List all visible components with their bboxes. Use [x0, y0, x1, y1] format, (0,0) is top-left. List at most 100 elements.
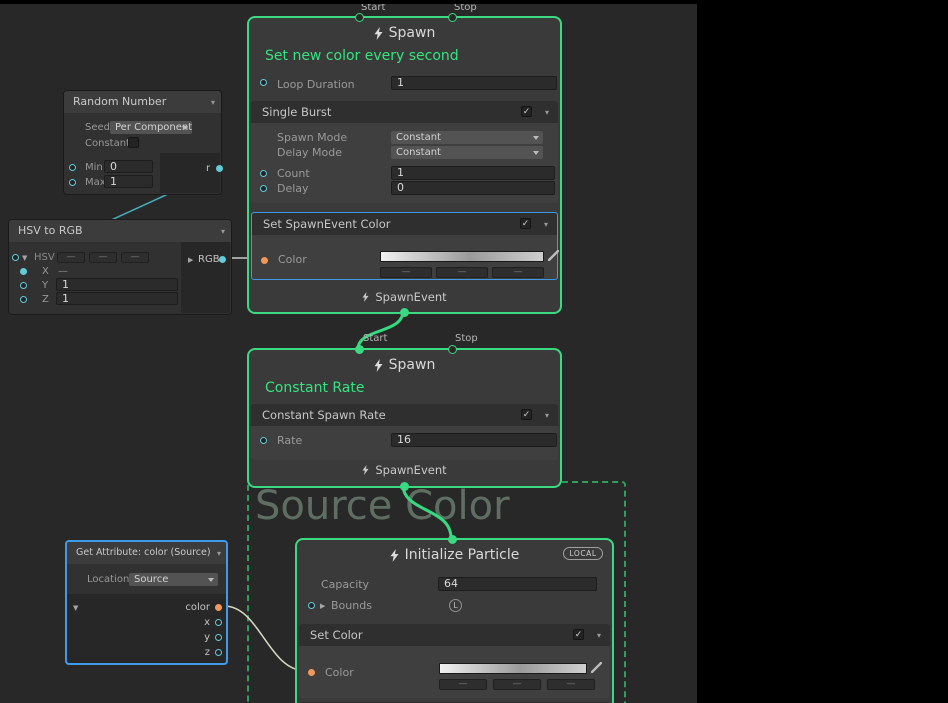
x-input-port[interactable] — [20, 268, 27, 275]
z-input-port[interactable] — [20, 296, 27, 303]
y-output-port[interactable] — [215, 634, 222, 641]
single-burst-block[interactable]: Single Burst ✓ ▾ Spawn Mode Constant Del… — [251, 101, 558, 203]
constant-spawn-rate-block[interactable]: Constant Spawn Rate ✓ ▾ Rate 16 — [251, 404, 558, 460]
spawn-context-2[interactable]: Spawn Constant Rate Constant Spawn Rate … — [247, 348, 562, 488]
capacity-field[interactable]: 64 — [438, 577, 597, 591]
context-header[interactable]: Spawn — [249, 25, 560, 41]
collapse-chevron-icon[interactable]: ▾ — [545, 412, 549, 420]
delay-port[interactable] — [260, 185, 267, 192]
bounds-port[interactable] — [308, 602, 315, 609]
bounds-local-icon[interactable]: L — [449, 599, 462, 612]
color-picker-icon[interactable] — [548, 250, 559, 261]
edge-color-attr-to-set-color[interactable] — [224, 606, 306, 671]
count-field[interactable]: 1 — [391, 166, 555, 180]
color-x-subfield[interactable]: — — [439, 679, 487, 690]
random-number-node[interactable]: Random Number ▾ Seed Per Component Const… — [63, 90, 222, 195]
collapse-chevron-icon[interactable]: ▾ — [211, 99, 215, 107]
get-attribute-node[interactable]: Get Attribute: color (Source) ▾ Location… — [65, 540, 228, 665]
rate-field[interactable]: 16 — [391, 433, 557, 447]
min-port[interactable] — [69, 164, 76, 171]
set-spawnevent-color-header[interactable]: Set SpawnEvent Color ✓ ▾ — [252, 213, 557, 235]
location-dropdown[interactable]: Source — [129, 573, 218, 586]
color-gradient-field[interactable] — [439, 663, 587, 674]
node-header[interactable]: Get Attribute: color (Source) — [67, 542, 226, 564]
system-name-label[interactable]: Set new color every second — [265, 48, 459, 64]
spawn-event-flow-port[interactable] — [400, 482, 409, 491]
delay-mode-dropdown[interactable]: Constant — [391, 146, 543, 159]
min-field[interactable]: 0 — [104, 160, 153, 173]
rate-port[interactable] — [260, 437, 267, 444]
rgb-output-port[interactable] — [219, 256, 226, 263]
expand-closed-icon[interactable]: ▶ — [320, 602, 325, 610]
flow-anchor-start[interactable] — [355, 13, 364, 22]
color-gradient-field[interactable] — [380, 251, 544, 262]
color-input-port[interactable] — [308, 669, 315, 676]
collapse-chevron-icon[interactable]: ▾ — [597, 632, 601, 640]
vfx-graph-canvas[interactable]: Source Color Start Stop Start Stop Spawn… — [0, 0, 948, 703]
loop-duration-field[interactable]: 1 — [391, 76, 557, 90]
context-title: Spawn — [389, 357, 436, 373]
z-output-port[interactable] — [215, 649, 222, 656]
set-spawnevent-color-enabled-checkbox[interactable]: ✓ — [520, 218, 531, 229]
color-output-port[interactable] — [215, 604, 222, 611]
spawn-event-output[interactable]: SpawnEvent — [249, 290, 560, 304]
constant-spawn-rate-header[interactable]: Constant Spawn Rate ✓ ▾ — [251, 404, 558, 426]
set-color-block[interactable]: Set Color ✓ ▾ Color — — — — [299, 624, 610, 698]
output-r-label: r — [206, 162, 210, 175]
collapse-chevron-icon[interactable]: ▾ — [221, 228, 225, 236]
color-y-subfield[interactable]: — — [493, 679, 541, 690]
hsv-y-subfield[interactable]: — — [89, 252, 117, 263]
outputs-background — [160, 153, 220, 193]
node-header[interactable]: HSV to RGB — [9, 220, 231, 242]
flow-anchor-stop[interactable] — [448, 345, 457, 354]
set-spawnevent-color-block[interactable]: Set SpawnEvent Color ✓ ▾ Color — — — — [251, 212, 558, 280]
initialize-particle-context[interactable]: Initialize Particle LOCAL Capacity 64 ▶ … — [295, 538, 614, 703]
seed-dropdown[interactable]: Per Component — [110, 121, 192, 134]
flow-anchor-start[interactable] — [355, 345, 364, 354]
flow-edge-spawn2-to-initialize[interactable] — [403, 485, 451, 538]
hsv-to-rgb-node[interactable]: HSV to RGB ▾ ▼ HSV — — — X — Y 1 Z 1 ▶ R… — [8, 219, 232, 315]
single-burst-header[interactable]: Single Burst ✓ ▾ — [251, 101, 558, 123]
color-input-port[interactable] — [261, 257, 268, 264]
collapse-chevron-icon[interactable]: ▾ — [217, 550, 221, 558]
output-r-port[interactable] — [216, 165, 223, 172]
color-z-subfield[interactable]: — — [492, 267, 544, 278]
color-picker-icon[interactable] — [591, 662, 602, 673]
color-y-subfield[interactable]: — — [436, 267, 488, 278]
collapse-chevron-icon[interactable]: ▾ — [544, 221, 548, 229]
system-name-label[interactable]: Constant Rate — [265, 380, 365, 396]
expand-open-icon[interactable]: ▼ — [22, 254, 27, 262]
expand-closed-icon[interactable]: ▶ — [188, 256, 193, 264]
single-burst-enabled-checkbox[interactable]: ✓ — [521, 106, 532, 117]
hsv-input-port[interactable] — [12, 254, 19, 261]
y-input-port[interactable] — [20, 282, 27, 289]
set-color-enabled-checkbox[interactable]: ✓ — [573, 629, 584, 640]
constant-checkbox[interactable] — [128, 137, 139, 148]
collapse-chevron-icon[interactable]: ▾ — [545, 109, 549, 117]
node-header[interactable]: Random Number — [64, 91, 221, 113]
color-x-subfield[interactable]: — — [380, 267, 432, 278]
local-space-badge[interactable]: LOCAL — [563, 547, 603, 560]
flow-anchor-input[interactable] — [448, 535, 457, 544]
count-label: Count — [277, 167, 310, 180]
constant-spawn-rate-enabled-checkbox[interactable]: ✓ — [521, 409, 532, 420]
color-z-subfield[interactable]: — — [547, 679, 595, 690]
max-field[interactable]: 1 — [104, 175, 153, 188]
context-header[interactable]: Spawn — [249, 357, 560, 373]
delay-field[interactable]: 0 — [391, 181, 555, 195]
loop-duration-port[interactable] — [260, 79, 267, 86]
x-output-port[interactable] — [215, 619, 222, 626]
flow-anchor-stop[interactable] — [448, 13, 457, 22]
hsv-z-subfield[interactable]: — — [121, 252, 149, 263]
expand-open-icon[interactable]: ▼ — [73, 604, 78, 612]
hsv-x-subfield[interactable]: — — [57, 252, 85, 263]
spawn-event-flow-port[interactable] — [400, 308, 409, 317]
max-port[interactable] — [69, 179, 76, 186]
spawn-mode-dropdown[interactable]: Constant — [391, 131, 543, 144]
z-field[interactable]: 1 — [56, 292, 178, 305]
y-field[interactable]: 1 — [56, 278, 178, 291]
count-port[interactable] — [260, 170, 267, 177]
set-color-header[interactable]: Set Color ✓ ▾ — [299, 624, 610, 646]
spawn-event-output[interactable]: SpawnEvent — [249, 463, 560, 477]
spawn-context-1[interactable]: Spawn Set new color every second Loop Du… — [247, 16, 562, 314]
